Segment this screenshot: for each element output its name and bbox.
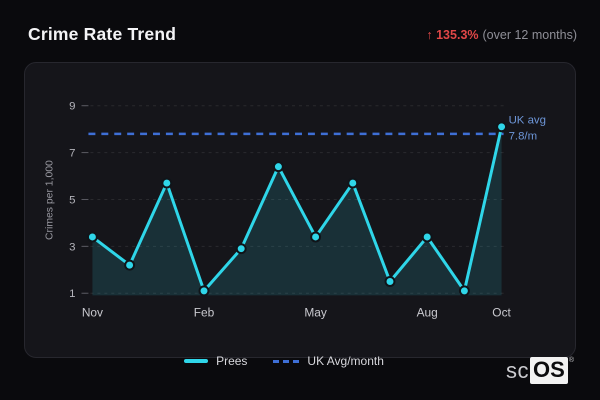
ytick-label-7: 7 [69, 148, 75, 160]
chart-card: 9 7 5 3 1 Crimes per 1,000 Nov Feb May Aug Oct UK a… [24, 62, 576, 358]
ytick-label-5: 5 [69, 194, 75, 206]
trend-badge: ↑ 135.3% (over 12 months) [426, 28, 577, 42]
legend-item-prees[interactable]: Prees [184, 354, 247, 368]
scos-logo-prefix: sc [506, 358, 530, 383]
legend-label-prees: Prees [216, 354, 248, 368]
uk-avg-dashed-swatch-icon [273, 359, 300, 363]
trend-value: 135.3% [436, 27, 479, 42]
data-point-dec[interactable] [124, 259, 136, 271]
data-point-oct[interactable] [496, 121, 508, 133]
chart-legend: Prees UK Avg/month [0, 354, 584, 368]
data-point-may[interactable] [310, 231, 322, 243]
xtick-label-oct: Oct [492, 305, 511, 319]
data-point-apr[interactable] [272, 161, 284, 173]
ytick-label-9: 9 [69, 101, 75, 113]
xtick-label-feb: Feb [194, 305, 215, 319]
registered-mark: ® [568, 357, 574, 364]
scos-logo: sc OS ® [506, 357, 574, 384]
page-title: Crime Rate Trend [28, 24, 177, 44]
scos-logo-os: OS [530, 357, 568, 384]
data-point-aug[interactable] [421, 231, 433, 243]
xtick-label-nov: Nov [82, 305, 103, 319]
data-point-feb[interactable] [198, 285, 210, 297]
header: Crime Rate Trend ↑ 135.3% (over 12 months… [28, 24, 577, 45]
xtick-label-may: May [304, 305, 327, 319]
data-point-sep[interactable] [458, 285, 470, 297]
ytick-label-3: 3 [69, 241, 75, 253]
uk-avg-annotation-line-1: UK avg [509, 115, 546, 127]
xtick-label-aug: Aug [417, 305, 438, 319]
data-point-nov[interactable] [86, 231, 98, 243]
crime-trend-chart: 9 7 5 3 1 Crimes per 1,000 Nov Feb May Aug Oct UK a… [45, 101, 546, 320]
y-axis-label: Crimes per 1,000 [45, 160, 56, 240]
uk-avg-annotation-line-2: 7.8/m [509, 130, 538, 142]
data-point-jun[interactable] [347, 177, 359, 189]
prees-line-swatch-icon [184, 359, 209, 363]
trend-up-arrow-icon: ↑ [426, 27, 433, 42]
legend-item-uk-avg[interactable]: UK Avg/month [273, 354, 384, 368]
data-point-jan[interactable] [161, 177, 173, 189]
trend-caption: (over 12 months) [482, 27, 577, 42]
legend-label-uk-avg: UK Avg/month [307, 354, 384, 368]
data-point-jul[interactable] [384, 276, 396, 287]
data-point-mar[interactable] [235, 243, 247, 255]
ytick-label-1: 1 [69, 288, 75, 300]
